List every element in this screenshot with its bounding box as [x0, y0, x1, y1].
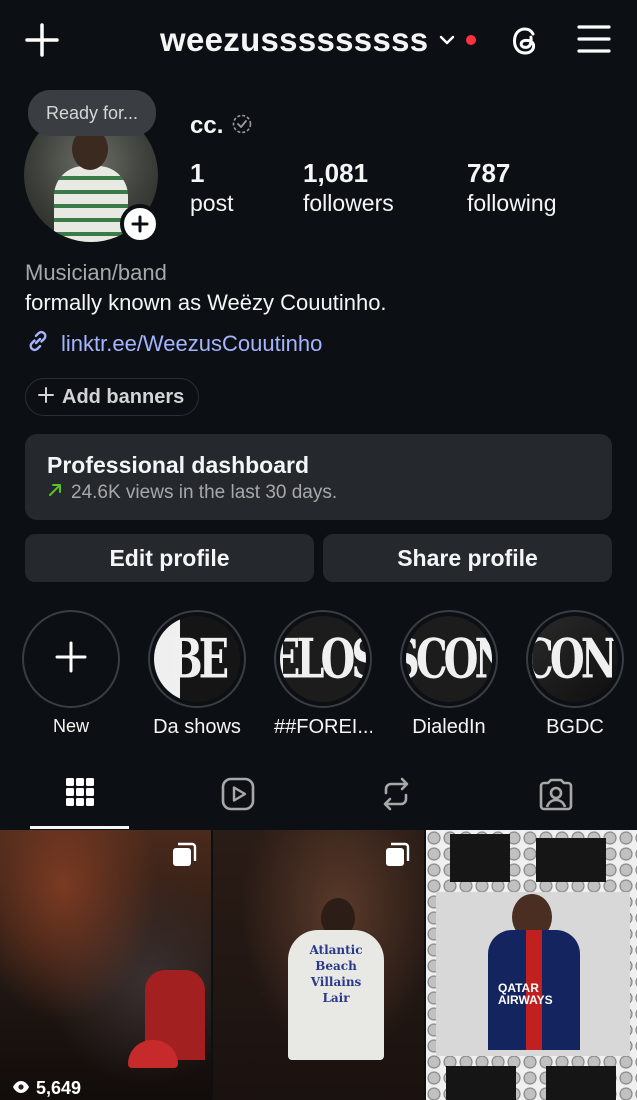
stat-value: 1 — [190, 158, 205, 188]
link-text: linktr.ee/WeezusCouutinho — [61, 330, 323, 356]
tab-tagged[interactable] — [506, 768, 605, 830]
stat-label: post — [190, 190, 234, 216]
link-icon — [25, 328, 51, 359]
carousel-icon — [171, 842, 197, 868]
trend-up-icon — [47, 482, 63, 504]
highlight-cover: SCON — [406, 616, 492, 702]
tab-reels[interactable] — [188, 768, 287, 830]
add-banners-button[interactable]: Add banners — [25, 378, 200, 416]
professional-dashboard[interactable]: Professional dashboard 24.6K views in th… — [25, 434, 612, 520]
display-name-row: cc. — [190, 112, 253, 140]
create-plus-icon[interactable] — [24, 22, 60, 58]
highlight-da-shows[interactable]: BE Da shows — [148, 610, 246, 739]
highlight-forei[interactable]: ELOS ##FOREI... — [274, 610, 372, 739]
highlight-new[interactable]: New — [22, 610, 120, 737]
highlight-cover-text: SCON — [406, 627, 492, 691]
post-thumbnail[interactable]: Atlantic Beach Villains Lair — [213, 830, 424, 1100]
highlight-cover-text: BE — [168, 627, 229, 691]
stat-value: 1,081 — [303, 158, 369, 188]
shirt-print-text: Atlantic Beach Villains Lair — [309, 943, 363, 1005]
view-count-text: 5,649 — [36, 1078, 82, 1098]
profile-bio: formally known as Weëzy Couutinho. — [25, 290, 387, 315]
stat-posts[interactable]: 1 post — [190, 158, 233, 218]
hamburger-menu-icon[interactable] — [576, 22, 612, 56]
jersey-sponsor-text: QATAR AIRWAYS — [498, 981, 553, 1007]
edit-profile-button[interactable]: Edit profile — [25, 534, 314, 582]
add-banners-label: Add banners — [62, 385, 185, 408]
highlight-ring: ELOS — [274, 610, 372, 708]
reposts-icon — [379, 776, 413, 830]
reels-icon — [220, 776, 256, 830]
bio-link[interactable]: linktr.ee/WeezusCouutinho — [25, 328, 322, 359]
dashboard-subtitle: 24.6K views in the last 30 days. — [71, 482, 338, 503]
highlight-bgdc[interactable]: CONI BGDC — [526, 610, 624, 739]
add-story-plus-icon[interactable] — [120, 204, 160, 244]
tab-grid[interactable] — [30, 768, 129, 830]
note-bubble[interactable]: Ready for... — [28, 90, 156, 136]
highlight-cover: ELOS — [280, 616, 366, 702]
highlight-cover: CONI — [532, 616, 618, 702]
post-thumbnail[interactable]: 5,649 — [0, 830, 211, 1100]
chevron-down-icon — [438, 31, 456, 49]
dashboard-title: Professional dashboard — [47, 452, 310, 478]
share-profile-button[interactable]: Share profile — [323, 534, 612, 582]
plus-icon — [54, 640, 88, 679]
view-count: 5,649 — [12, 1078, 81, 1099]
profile-tabs — [0, 768, 637, 830]
highlight-ring — [22, 610, 120, 708]
post-thumbnail[interactable]: QATAR AIRWAYS — [426, 830, 637, 1100]
threads-icon[interactable] — [507, 22, 545, 60]
highlight-ring: BE — [148, 610, 246, 708]
carousel-icon — [384, 842, 410, 868]
eye-icon — [12, 1078, 30, 1099]
tagged-icon — [538, 776, 574, 830]
top-bar: weezusssssssss — [0, 0, 637, 80]
plus-icon — [38, 386, 54, 408]
dashboard-subtitle-row: 24.6K views in the last 30 days. — [47, 482, 337, 504]
highlight-label: New — [52, 716, 89, 736]
username: weezusssssssss — [160, 21, 429, 58]
display-name: cc. — [190, 112, 224, 139]
highlight-cover: BE — [154, 616, 240, 702]
highlight-dialedin[interactable]: SCON DialedIn — [400, 610, 498, 739]
grid-icon — [64, 776, 96, 830]
highlight-ring: CONI — [526, 610, 624, 708]
active-tab-indicator — [30, 826, 129, 829]
stat-followers[interactable]: 1,081 followers — [303, 158, 394, 218]
stat-label: following — [467, 190, 557, 216]
highlight-cover-text: ELOS — [280, 627, 366, 691]
highlight-label: BGDC — [546, 716, 604, 738]
account-switcher[interactable]: weezusssssssss — [160, 18, 477, 62]
verified-badge-icon[interactable] — [231, 113, 253, 140]
notification-dot — [466, 35, 477, 45]
highlight-cover-text: CONI — [532, 627, 618, 691]
highlight-ring: SCON — [400, 610, 498, 708]
profile-category: Musician/band — [25, 260, 167, 285]
highlight-label: Da shows — [153, 716, 241, 738]
profile-action-buttons: Edit profile Share profile — [25, 534, 612, 582]
tab-reposts[interactable] — [346, 768, 445, 830]
highlight-label: ##FOREI... — [274, 716, 372, 738]
stat-value: 787 — [467, 158, 511, 188]
stat-label: followers — [303, 190, 394, 216]
stat-following[interactable]: 787 following — [467, 158, 557, 218]
profile-stats: 1 post 1,081 followers 787 following — [190, 158, 610, 218]
highlight-label: DialedIn — [412, 716, 486, 738]
posts-grid: 5,649 Atlantic Beach Villains Lair QATAR… — [0, 830, 637, 1100]
